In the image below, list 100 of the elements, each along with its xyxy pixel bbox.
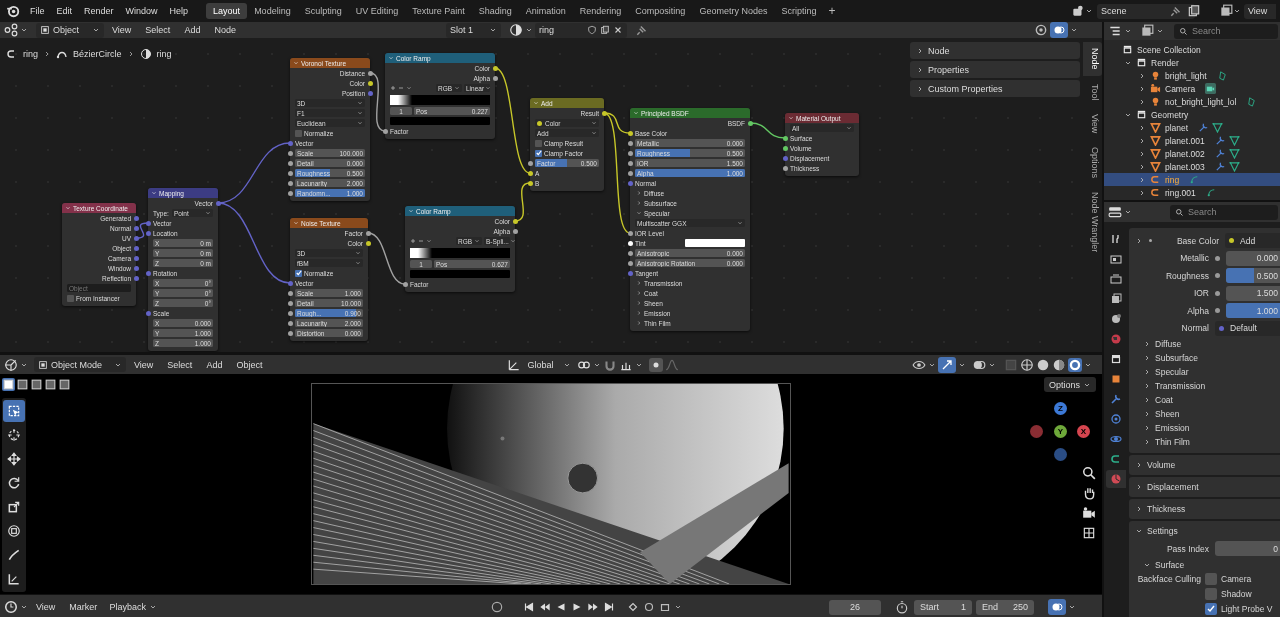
breadcrumb[interactable]: ring xyxy=(156,49,172,59)
breadcrumb[interactable]: ring xyxy=(23,49,38,59)
object-dropdown[interactable]: Object xyxy=(36,22,104,38)
menu-item[interactable]: Object xyxy=(230,359,269,370)
slot-dropdown[interactable]: Slot 1 xyxy=(445,22,501,38)
axis-handle[interactable]: Z xyxy=(1054,402,1067,415)
wireframe-shading-icon[interactable] xyxy=(1020,357,1034,372)
subpanel-header[interactable]: Thin Film xyxy=(1129,435,1280,449)
value-field[interactable]: 1.000 xyxy=(1226,303,1280,319)
clock-editor-icon[interactable] xyxy=(4,600,18,614)
blender-logo-icon[interactable] xyxy=(6,4,20,18)
axis-handle[interactable] xyxy=(1054,448,1067,461)
socket-icon[interactable] xyxy=(782,145,788,151)
panel-header[interactable]: Thickness xyxy=(1129,499,1280,518)
color-swatch[interactable] xyxy=(685,239,745,247)
filter-icon[interactable] xyxy=(1140,24,1154,38)
grid-icon[interactable] xyxy=(1082,526,1096,540)
subpanel-header[interactable]: Sheen xyxy=(1129,407,1280,421)
caret-icon[interactable] xyxy=(1085,7,1093,15)
socket-icon[interactable] xyxy=(782,135,788,141)
socket-icon[interactable] xyxy=(512,228,518,234)
axis-handle[interactable]: X xyxy=(1077,425,1090,438)
overlay-toggle-button[interactable] xyxy=(1048,599,1066,615)
color-ramp-gradient[interactable] xyxy=(410,247,510,258)
mesh-data-icon[interactable] xyxy=(1212,122,1224,133)
orientation-dropdown[interactable]: Global xyxy=(523,357,576,372)
menu-item[interactable]: Node xyxy=(208,25,242,35)
select-subtract-icon[interactable] xyxy=(30,377,43,391)
mode-dropdown[interactable]: Object Mode xyxy=(34,357,126,372)
select-extend-icon[interactable] xyxy=(16,377,29,391)
select-intersect-icon[interactable] xyxy=(58,377,71,391)
caret-icon[interactable] xyxy=(524,26,533,34)
subpanel-header[interactable]: Specular xyxy=(1129,365,1280,379)
rendered-shading-icon[interactable] xyxy=(1068,357,1082,372)
socket-icon[interactable] xyxy=(492,65,498,71)
outliner-row[interactable]: Render xyxy=(1104,56,1280,69)
panel-header[interactable]: Settings xyxy=(1129,521,1280,540)
socket-icon[interactable] xyxy=(627,170,633,176)
sidebar-tab[interactable]: View xyxy=(1083,108,1102,140)
workspace-tab[interactable]: Rendering xyxy=(572,3,629,19)
select-invert-icon[interactable] xyxy=(44,377,57,391)
workspace-tab[interactable]: Compositing xyxy=(628,3,693,19)
node-card[interactable] xyxy=(630,108,750,331)
caret-icon[interactable] xyxy=(916,84,924,93)
view-layer-icon[interactable] xyxy=(1219,4,1233,18)
pin-icon[interactable] xyxy=(1169,4,1183,18)
checkbox[interactable] xyxy=(295,129,302,137)
hand-icon[interactable] xyxy=(1082,486,1096,500)
subpanel-header[interactable]: Subsurface xyxy=(1129,351,1280,365)
checkbox[interactable] xyxy=(67,294,74,302)
socket-icon[interactable] xyxy=(287,310,293,316)
workspace-tab[interactable]: Animation xyxy=(518,3,573,19)
caret-icon[interactable] xyxy=(1124,27,1132,35)
socket-icon[interactable] xyxy=(601,110,607,116)
checkbox[interactable] xyxy=(535,139,542,147)
outliner-row[interactable]: Camera xyxy=(1104,82,1280,95)
menu-item[interactable]: Select xyxy=(161,359,199,370)
outliner-row[interactable]: planet.003 xyxy=(1104,160,1280,173)
value-field[interactable]: 1.500 xyxy=(1226,285,1280,301)
menu-item[interactable]: Edit xyxy=(50,6,79,16)
wrench-icon[interactable] xyxy=(1198,122,1210,133)
caret-icon[interactable] xyxy=(916,65,924,74)
color-swatch[interactable] xyxy=(390,117,490,125)
socket-icon[interactable] xyxy=(527,160,533,166)
socket-icon[interactable] xyxy=(627,260,633,266)
checkbox[interactable] xyxy=(1205,573,1217,585)
select-box-tool-icon[interactable] xyxy=(3,400,25,422)
socket-icon[interactable] xyxy=(287,170,293,176)
mesh-data-icon[interactable] xyxy=(1228,148,1240,159)
breadcrumb[interactable]: BézierCircle xyxy=(73,49,122,59)
menu-item[interactable]: Render xyxy=(78,6,120,16)
wrench-icon[interactable] xyxy=(1214,161,1226,172)
socket-icon[interactable] xyxy=(627,150,633,156)
workspace-tab[interactable]: Texture Paint xyxy=(405,3,472,19)
options-dropdown[interactable]: Options xyxy=(1043,377,1096,392)
caret-icon[interactable] xyxy=(1124,208,1132,216)
mesh-data-icon[interactable] xyxy=(1228,135,1240,146)
menu-item[interactable]: Marker xyxy=(63,602,104,612)
end-frame-field[interactable]: End 250 xyxy=(976,599,1034,615)
caret-icon[interactable] xyxy=(1156,27,1164,35)
outliner-row[interactable]: bright_light xyxy=(1104,69,1280,82)
caret-icon[interactable] xyxy=(488,26,497,34)
socket-icon[interactable] xyxy=(627,230,633,236)
shield-icon[interactable] xyxy=(586,25,597,35)
light-data-icon[interactable] xyxy=(1246,96,1258,107)
viewport-editor-icon[interactable] xyxy=(4,357,18,372)
solid-shading-icon[interactable] xyxy=(1036,357,1050,372)
menu-item[interactable]: View xyxy=(30,602,62,612)
subpanel-header[interactable]: Diffuse xyxy=(1129,337,1280,351)
select-new-icon[interactable] xyxy=(2,377,15,391)
zoom-icon[interactable] xyxy=(1082,466,1096,480)
color-swatch[interactable] xyxy=(410,270,510,278)
checkbox[interactable] xyxy=(1205,588,1217,600)
caret-icon[interactable] xyxy=(92,26,100,34)
socket-icon[interactable] xyxy=(287,290,293,296)
workspace-tab[interactable]: Layout xyxy=(206,3,248,19)
outliner-icon[interactable] xyxy=(1108,24,1122,38)
socket-icon[interactable] xyxy=(367,80,373,86)
panel-header[interactable]: Properties xyxy=(910,61,1080,78)
light-data-icon[interactable] xyxy=(1216,70,1228,81)
